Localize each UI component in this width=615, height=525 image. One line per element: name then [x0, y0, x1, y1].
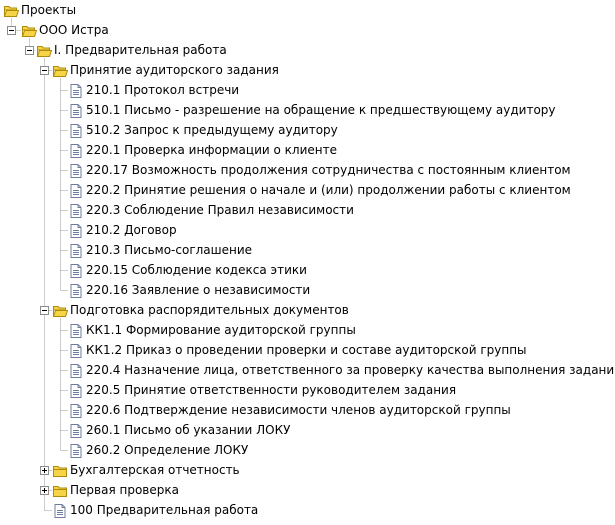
tree-node-label: Бухгалтерская отчетность: [70, 463, 240, 477]
tree-node-document[interactable]: 100 Предварительная работа: [0, 500, 615, 520]
collapse-minus-icon[interactable]: [7, 26, 16, 35]
tree-node-document[interactable]: 220.2 Принятие решения о начале и (или) …: [0, 180, 615, 200]
tree-node-document[interactable]: 220.17 Возможность продолжения сотруднич…: [0, 160, 615, 180]
folder-open-icon: [21, 23, 38, 39]
tree-node-document[interactable]: КК1.2 Приказ о проведении проверки и сос…: [0, 340, 615, 360]
folder-closed-icon: [52, 483, 68, 499]
document-icon: [68, 323, 84, 339]
document-icon: [68, 163, 84, 179]
folder-closed-icon: [52, 463, 68, 479]
tree-node-document[interactable]: 210.3 Письмо-соглашение: [0, 240, 615, 260]
tree-node-document[interactable]: 510.1 Письмо - разрешение на обращение к…: [0, 100, 615, 120]
tree-node-label: 220.1 Проверка информации о клиенте: [86, 143, 337, 157]
tree-node-folder[interactable]: I. Предварительная работа: [0, 40, 615, 60]
tree-node-document[interactable]: 210.2 Договор: [0, 220, 615, 240]
document-icon: [68, 443, 84, 459]
folder-open-icon: [3, 3, 20, 19]
document-icon: [68, 403, 84, 419]
tree-node-document[interactable]: 220.3 Соблюдение Правил независимости: [0, 200, 615, 220]
document-icon: [68, 223, 84, 239]
tree-node-label: КК1.2 Приказ о проведении проверки и сос…: [86, 343, 527, 357]
tree-node-label: 210.3 Письмо-соглашение: [86, 243, 253, 257]
document-icon: [68, 243, 84, 259]
tree-node-label: 220.2 Принятие решения о начале и (или) …: [86, 183, 571, 197]
tree-node-folder[interactable]: Бухгалтерская отчетность: [0, 460, 615, 480]
tree-node-label: Первая проверка: [70, 483, 179, 497]
tree-node-label: 510.1 Письмо - разрешение на обращение к…: [86, 103, 556, 117]
folder-open-icon: [52, 63, 69, 79]
tree-node-label: Подготовка распорядительных документов: [70, 303, 349, 317]
folder-open-icon: [52, 303, 69, 319]
document-icon: [68, 203, 84, 219]
tree-node-document[interactable]: 220.15 Соблюдение кодекса этики: [0, 260, 615, 280]
tree-node-document[interactable]: 220.1 Проверка информации о клиенте: [0, 140, 615, 160]
document-icon: [68, 143, 84, 159]
document-icon: [68, 263, 84, 279]
tree-node-folder[interactable]: Принятие аудиторского задания: [0, 60, 615, 80]
document-icon: [68, 283, 84, 299]
tree-node-label: КК1.1 Формирование аудиторской группы: [86, 323, 356, 337]
tree-node-label: 510.2 Запрос к предыдущему аудитору: [86, 123, 338, 137]
tree-node-document[interactable]: КК1.1 Формирование аудиторской группы: [0, 320, 615, 340]
tree-node-document[interactable]: 220.6 Подтверждение независимости членов…: [0, 400, 615, 420]
tree-node-document[interactable]: 220.5 Принятие ответственности руководит…: [0, 380, 615, 400]
document-icon: [68, 123, 84, 139]
tree-node-label: 260.1 Письмо об указании ЛОКУ: [86, 423, 291, 437]
document-icon: [68, 363, 84, 379]
tree-node-label: 100 Предварительная работа: [70, 503, 259, 517]
document-icon: [68, 343, 84, 359]
tree-node-label: 220.5 Принятие ответственности руководит…: [86, 383, 457, 397]
expand-plus-icon[interactable]: [40, 486, 49, 495]
collapse-minus-icon[interactable]: [25, 46, 34, 55]
collapse-minus-icon[interactable]: [40, 66, 49, 75]
tree-node-document[interactable]: 220.16 Заявление о независимости: [0, 280, 615, 300]
tree-node-document[interactable]: 210.1 Протокол встречи: [0, 80, 615, 100]
tree-node-label: 260.2 Определение ЛОКУ: [86, 443, 249, 457]
tree-node-label: 220.15 Соблюдение кодекса этики: [86, 263, 307, 277]
tree-node-folder[interactable]: Подготовка распорядительных документов: [0, 300, 615, 320]
document-icon: [68, 383, 84, 399]
document-icon: [52, 503, 68, 519]
tree-node-folder[interactable]: ООО Истра: [0, 20, 615, 40]
tree-node-label: ООО Истра: [39, 23, 109, 37]
document-icon: [68, 103, 84, 119]
tree-node-label: Принятие аудиторского задания: [70, 63, 279, 77]
folder-open-icon: [36, 43, 53, 59]
document-icon: [68, 83, 84, 99]
tree-node-document[interactable]: 510.2 Запрос к предыдущему аудитору: [0, 120, 615, 140]
tree-node-label: I. Предварительная работа: [54, 43, 227, 57]
tree-node-label: 220.3 Соблюдение Правил независимости: [86, 203, 354, 217]
tree-node-label: 220.4 Назначение лица, ответственного за…: [86, 363, 615, 377]
tree-node-document[interactable]: 220.4 Назначение лица, ответственного за…: [0, 360, 615, 380]
tree-node-label: 210.2 Договор: [86, 223, 177, 237]
tree-node-document[interactable]: 260.1 Письмо об указании ЛОКУ: [0, 420, 615, 440]
tree-node-label: 220.16 Заявление о независимости: [86, 283, 311, 297]
tree-node-label: 210.1 Протокол встречи: [86, 83, 240, 97]
tree-node-folder[interactable]: Проекты: [0, 0, 615, 20]
tree-node-document[interactable]: 260.2 Определение ЛОКУ: [0, 440, 615, 460]
tree-node-folder[interactable]: Первая проверка: [0, 480, 615, 500]
expand-plus-icon[interactable]: [40, 466, 49, 475]
project-tree: Проекты ООО Истра I. Предварительная работ…: [0, 0, 615, 522]
document-icon: [68, 423, 84, 439]
tree-node-label: Проекты: [21, 3, 77, 17]
collapse-minus-icon[interactable]: [40, 306, 49, 315]
tree-node-label: 220.6 Подтверждение независимости членов…: [86, 403, 511, 417]
document-icon: [68, 183, 84, 199]
tree-node-label: 220.17 Возможность продолжения сотруднич…: [86, 163, 571, 177]
